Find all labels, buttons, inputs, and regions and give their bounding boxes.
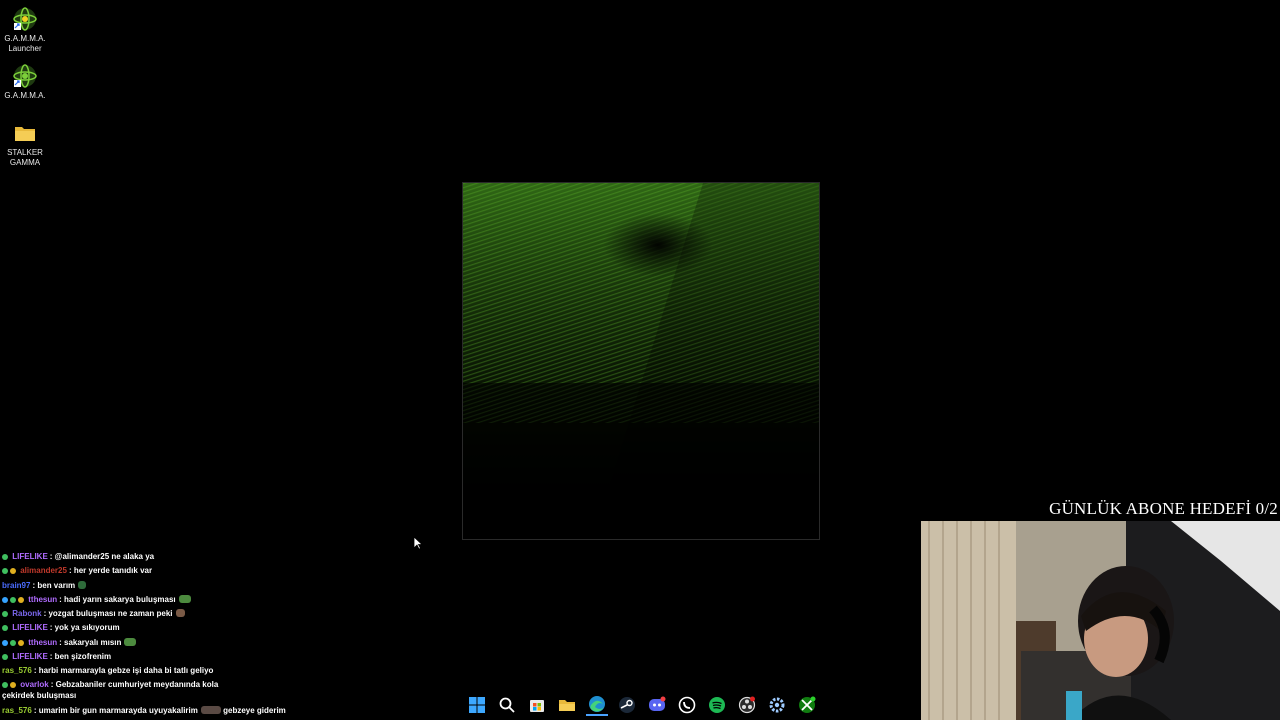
chat-username: ras_576 bbox=[2, 666, 32, 676]
chat-text: : yozgat buluşması ne zaman peki bbox=[43, 609, 173, 619]
store-button[interactable] bbox=[526, 694, 548, 716]
taskbar bbox=[466, 693, 818, 717]
desktop-icon-label: Launcher bbox=[8, 44, 42, 53]
desktop-icon-label: G.A.M.M.A. bbox=[4, 91, 46, 100]
splash-terrain-image bbox=[463, 183, 819, 539]
start-button[interactable] bbox=[466, 694, 488, 716]
chat-emote-icon bbox=[175, 609, 185, 618]
chat-badge-icon bbox=[10, 639, 16, 646]
chat-badge-icon bbox=[2, 639, 8, 646]
gamma-icon bbox=[13, 64, 37, 88]
chat-text: : ben şizofrenim bbox=[49, 652, 112, 662]
chat-emote-icon bbox=[124, 637, 137, 646]
chat-badge-icon bbox=[18, 639, 24, 646]
chat-message: ovarlok: Gebzabaniler cumhuriyet meydanı… bbox=[2, 679, 252, 701]
stream-chat: LIFELIKE: @alimander25 ne alaka ya alima… bbox=[2, 550, 302, 718]
chat-emote-icon bbox=[78, 580, 87, 589]
settings-icon bbox=[769, 697, 785, 713]
search-icon bbox=[499, 697, 515, 713]
chat-emote-icon bbox=[200, 705, 221, 714]
settings-button[interactable] bbox=[766, 694, 788, 716]
steam-button[interactable] bbox=[616, 694, 638, 716]
desktop-icon-stalker-gamma[interactable]: STALKER GAMMA bbox=[2, 120, 48, 168]
chat-badge-icon bbox=[2, 554, 8, 560]
chat-emote-icon bbox=[178, 594, 191, 603]
spotify-button[interactable] bbox=[706, 694, 728, 716]
mouse-cursor-icon bbox=[413, 536, 423, 550]
chat-message: tthesun: hadi yarın sakarya buluşması bbox=[2, 593, 302, 607]
gamma-launcher-icon bbox=[13, 7, 37, 31]
chat-message: ras_576: umarim bir gun marmarayda uyuya… bbox=[2, 704, 302, 718]
chat-username: tthesun bbox=[28, 637, 58, 647]
xbox-icon bbox=[799, 696, 816, 713]
chat-username: tthesun bbox=[28, 594, 58, 604]
chat-text: : her yerde tanıdık var bbox=[68, 566, 153, 576]
chat-message: alimander25: her yerde tanıdık var bbox=[2, 564, 302, 578]
chat-badge-icon bbox=[2, 654, 8, 661]
chat-badge-icon bbox=[10, 596, 16, 603]
chat-message: LIFELIKE: ben şizofrenim bbox=[2, 650, 302, 664]
chat-username: ras_576 bbox=[2, 705, 32, 715]
chat-username: ovarlok bbox=[20, 679, 49, 689]
chat-badge-icon bbox=[10, 681, 16, 688]
chat-badge-icon bbox=[2, 596, 8, 603]
chat-message: LIFELIKE: yok ya sıkıyorum bbox=[2, 621, 302, 635]
edge-button[interactable] bbox=[586, 694, 608, 716]
subscriber-goal-text: GÜNLÜK ABONE HEDEFİ 0/2 bbox=[1049, 499, 1278, 518]
discord-button[interactable] bbox=[646, 694, 668, 716]
chat-badge-icon bbox=[2, 568, 8, 575]
chat-message: Rabonk: yozgat buluşması ne zaman peki bbox=[2, 607, 302, 621]
chat-text: : @alimander25 ne alaka ya bbox=[49, 552, 155, 561]
chat-text: gebzeye giderim bbox=[223, 705, 286, 715]
chat-badge-icon bbox=[2, 625, 8, 632]
search-button[interactable] bbox=[496, 694, 518, 716]
chat-text: : hadi yarın sakarya buluşması bbox=[59, 594, 176, 604]
chat-text: : harbi marmarayla gebze işi daha bi tat… bbox=[33, 666, 214, 676]
obs-icon bbox=[738, 696, 756, 714]
edge-browser-icon bbox=[589, 696, 605, 712]
xbox-button[interactable] bbox=[796, 694, 818, 716]
folder-icon bbox=[15, 127, 35, 141]
chat-message: tthesun: sakaryalı mısın bbox=[2, 636, 302, 650]
chat-message: ras_576: harbi marmarayla gebze işi daha… bbox=[2, 664, 302, 678]
webcam-overlay bbox=[921, 521, 1280, 720]
steam-icon bbox=[619, 697, 635, 713]
game-splash-window[interactable] bbox=[462, 182, 820, 540]
desktop-icon-label: STALKER bbox=[7, 148, 43, 157]
desktop-icon-gamma-launcher[interactable]: G.A.M.M.A. Launcher bbox=[2, 6, 48, 54]
chat-text: : sakaryalı mısın bbox=[59, 637, 122, 647]
whatsapp-icon bbox=[678, 696, 696, 714]
chat-username: alimander25 bbox=[20, 566, 67, 576]
file-explorer-button[interactable] bbox=[556, 694, 578, 716]
webcam-feed-image bbox=[921, 521, 1280, 720]
chat-badge-icon bbox=[10, 568, 16, 575]
chat-text: : ben varım bbox=[32, 580, 76, 590]
chat-badge-icon bbox=[18, 596, 24, 603]
desktop-icon-gamma[interactable]: G.A.M.M.A. bbox=[2, 63, 48, 101]
chat-text: : yok ya sıkıyorum bbox=[49, 623, 120, 633]
obs-button[interactable] bbox=[736, 694, 758, 716]
file-explorer-icon bbox=[559, 700, 575, 711]
chat-message: LIFELIKE: @alimander25 ne alaka ya bbox=[2, 550, 302, 564]
start-icon bbox=[469, 697, 485, 713]
chat-badge-icon bbox=[2, 611, 8, 618]
chat-badge-icon bbox=[2, 681, 8, 688]
store-icon bbox=[530, 700, 544, 712]
chat-username: LIFELIKE bbox=[12, 652, 48, 662]
chat-username: Rabonk bbox=[12, 609, 42, 619]
chat-text: : umarim bir gun marmarayda uyuyakalirim bbox=[33, 705, 198, 715]
spotify-icon bbox=[709, 697, 725, 713]
whatsapp-button[interactable] bbox=[676, 694, 698, 716]
chat-username: LIFELIKE bbox=[12, 623, 48, 633]
chat-username: LIFELIKE bbox=[12, 552, 48, 561]
chat-message: brain97: ben varım bbox=[2, 579, 302, 593]
desktop-icon-label: G.A.M.M.A. bbox=[4, 34, 46, 43]
discord-icon bbox=[649, 696, 666, 711]
desktop-icon-label: GAMMA bbox=[9, 158, 41, 167]
chat-username: brain97 bbox=[2, 580, 31, 590]
